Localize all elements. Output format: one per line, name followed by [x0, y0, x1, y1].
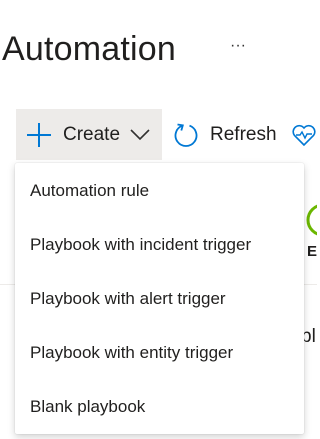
- menu-item-label: Automation rule: [30, 181, 150, 200]
- create-button-label: Create: [63, 124, 121, 145]
- menu-item-label: Playbook with alert trigger: [30, 289, 226, 308]
- page-title: Automation: [2, 30, 176, 68]
- menu-item-playbook-alert-trigger[interactable]: Playbook with alert trigger: [15, 272, 304, 326]
- menu-item-playbook-incident-trigger[interactable]: Playbook with incident trigger: [15, 218, 304, 272]
- refresh-button-label: Refresh: [210, 124, 277, 145]
- partial-card-label: E: [307, 243, 318, 260]
- create-button[interactable]: Create: [16, 109, 162, 160]
- more-options-button[interactable]: ···: [228, 38, 248, 54]
- menu-item-automation-rule[interactable]: Automation rule: [15, 164, 304, 218]
- menu-item-label: Blank playbook: [30, 397, 146, 416]
- refresh-icon: [174, 123, 198, 147]
- menu-item-blank-playbook[interactable]: Blank playbook: [15, 380, 304, 434]
- refresh-button[interactable]: Refresh: [170, 109, 280, 160]
- heart-pulse-icon[interactable]: [291, 122, 317, 148]
- menu-item-playbook-entity-trigger[interactable]: Playbook with entity trigger: [15, 326, 304, 380]
- plus-icon: [27, 123, 51, 147]
- menu-item-label: Playbook with entity trigger: [30, 343, 234, 362]
- chevron-down-icon: [130, 129, 150, 141]
- create-dropdown-menu: Automation rule Playbook with incident t…: [15, 163, 304, 434]
- status-ring-icon: [306, 203, 317, 237]
- menu-item-label: Playbook with incident trigger: [30, 235, 252, 254]
